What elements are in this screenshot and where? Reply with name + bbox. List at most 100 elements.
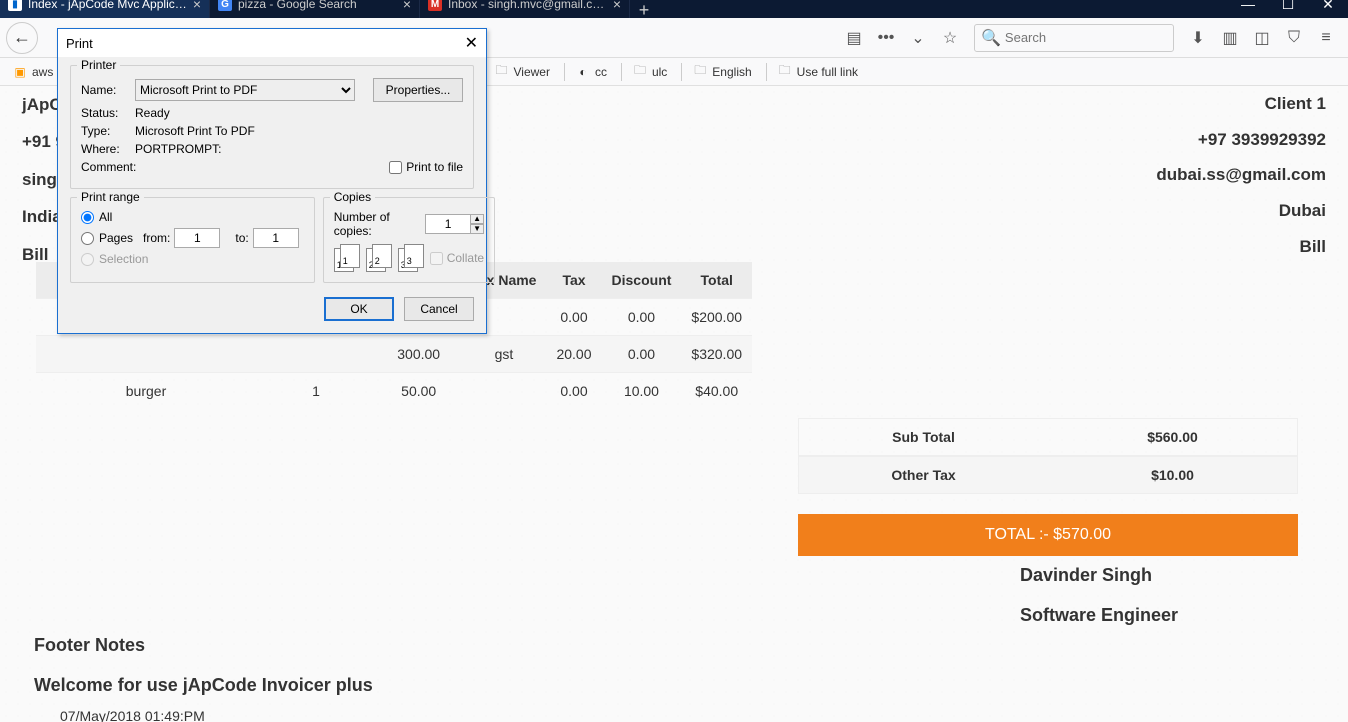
- bookmark-item[interactable]: 🗀ulc: [626, 62, 673, 82]
- from-input[interactable]: [174, 228, 220, 248]
- downloads-icon[interactable]: ⬇: [1184, 24, 1212, 52]
- col-tax: Tax: [546, 262, 601, 299]
- browser-tab-bar: ▮ Index - jApCode Mvc Applicati… × G piz…: [0, 0, 1348, 18]
- dialog-title: Print: [66, 36, 93, 51]
- library-icon[interactable]: ▥: [1216, 24, 1244, 52]
- num-copies-label: Number of copies:: [334, 210, 425, 238]
- client-email: dubai.ss@gmail.com: [1156, 157, 1326, 193]
- folder-icon: 🗀: [493, 64, 509, 80]
- printer-fieldset: Printer Name: Microsoft Print to PDF Pro…: [70, 65, 474, 189]
- radio-pages[interactable]: Pages: [81, 231, 133, 245]
- close-icon[interactable]: ×: [613, 0, 621, 12]
- grand-total-bar: TOTAL :- $570.00: [798, 514, 1298, 556]
- folder-icon: 🗀: [692, 64, 708, 80]
- new-tab-button[interactable]: +: [630, 0, 658, 21]
- legend: Print range: [77, 190, 144, 204]
- signer-name: Davinder Singh: [1020, 556, 1178, 596]
- bookmark-item[interactable]: ◐cc: [569, 62, 613, 82]
- close-icon[interactable]: ×: [403, 0, 411, 12]
- tab-favicon: G: [218, 0, 232, 11]
- type-label: Type:: [81, 124, 135, 138]
- col-discount: Discount: [602, 262, 682, 299]
- search-input[interactable]: [1005, 30, 1181, 45]
- bill-label: Bill: [1156, 229, 1326, 265]
- tab-favicon: ▮: [8, 0, 22, 11]
- sub-total-value: $560.00: [1048, 419, 1297, 455]
- comment-label: Comment:: [81, 160, 135, 174]
- sidebar-icon[interactable]: ◫: [1248, 24, 1276, 52]
- footer-heading: Footer Notes: [34, 626, 373, 666]
- tab-label: Inbox - singh.mvc@gmail.com: [448, 0, 607, 11]
- folder-icon: 🗀: [777, 64, 793, 80]
- collate-checkbox[interactable]: Collate: [430, 251, 484, 265]
- collate-icon: 11: [334, 244, 360, 272]
- signer-block: Davinder Singh Software Engineer: [1020, 556, 1178, 635]
- spin-up-icon[interactable]: ▲: [470, 214, 484, 224]
- print-dialog: Print ✕ Printer Name: Microsoft Print to…: [57, 28, 487, 334]
- signer-title: Software Engineer: [1020, 596, 1178, 636]
- spin-down-icon[interactable]: ▼: [470, 224, 484, 234]
- col-total: Total: [681, 262, 752, 299]
- pocket-icon[interactable]: ⌄: [904, 24, 932, 52]
- browser-tab[interactable]: G pizza - Google Search ×: [210, 0, 420, 18]
- legend: Printer: [77, 58, 120, 72]
- properties-button[interactable]: Properties...: [373, 78, 463, 102]
- cc-icon: ◐: [575, 64, 591, 80]
- search-icon: 🔍: [981, 28, 1001, 48]
- copies-fieldset: Copies Number of copies: ▲▼ 11 22 33 Col…: [323, 197, 495, 283]
- browser-tab[interactable]: M Inbox - singh.mvc@gmail.com ×: [420, 0, 630, 18]
- client-name: Client 1: [1156, 86, 1326, 122]
- copies-input[interactable]: [425, 214, 471, 234]
- aws-icon: ▣: [12, 64, 28, 80]
- client-phone: +97 3939929392: [1156, 122, 1326, 158]
- close-icon[interactable]: ×: [193, 0, 201, 12]
- bookmark-item[interactable]: ▣aws: [6, 62, 59, 82]
- search-box[interactable]: 🔍: [974, 24, 1174, 52]
- collate-icon: 22: [366, 244, 392, 272]
- printer-select[interactable]: Microsoft Print to PDF: [135, 79, 355, 101]
- close-icon[interactable]: ✕: [465, 33, 478, 53]
- bookmark-item[interactable]: 🗀Use full link: [771, 62, 864, 82]
- cancel-button[interactable]: Cancel: [404, 297, 474, 321]
- radio-all[interactable]: All: [81, 210, 304, 224]
- tab-label: pizza - Google Search: [238, 0, 397, 11]
- close-window-button[interactable]: ✕: [1308, 0, 1348, 18]
- summary-row: Sub Total $560.00: [798, 418, 1298, 456]
- status-value: Ready: [135, 106, 170, 120]
- back-button[interactable]: ←: [6, 22, 38, 54]
- browser-tab[interactable]: ▮ Index - jApCode Mvc Applicati… ×: [0, 0, 210, 18]
- to-input[interactable]: [253, 228, 299, 248]
- status-label: Status:: [81, 106, 135, 120]
- collate-icon: 33: [398, 244, 424, 272]
- other-tax-value: $10.00: [1048, 457, 1297, 493]
- where-value: PORTPROMPT:: [135, 142, 221, 156]
- more-icon[interactable]: •••: [872, 24, 900, 52]
- client-block: Client 1 +97 3939929392 dubai.ss@gmail.c…: [1156, 86, 1326, 264]
- table-row: 300.00gst20.000.00$320.00: [36, 336, 752, 373]
- tab-favicon: M: [428, 0, 442, 11]
- footer-text: Welcome for use jApCode Invoicer plus: [34, 666, 373, 706]
- tab-label: Index - jApCode Mvc Applicati…: [28, 0, 187, 11]
- shield-icon[interactable]: ⛉: [1280, 24, 1308, 52]
- to-label: to:: [235, 231, 248, 245]
- dialog-title-bar[interactable]: Print ✕: [58, 29, 486, 57]
- from-label: from:: [143, 231, 170, 245]
- name-label: Name:: [81, 83, 135, 97]
- minimize-button[interactable]: —: [1228, 0, 1268, 18]
- table-row: burger150.000.0010.00$40.00: [36, 373, 752, 410]
- star-icon[interactable]: ☆: [936, 24, 964, 52]
- type-value: Microsoft Print To PDF: [135, 124, 255, 138]
- radio-selection: Selection: [81, 252, 304, 266]
- ok-button[interactable]: OK: [324, 297, 394, 321]
- maximize-button[interactable]: ☐: [1268, 0, 1308, 18]
- bookmark-item[interactable]: 🗀English: [686, 62, 757, 82]
- reader-icon[interactable]: ▤: [840, 24, 868, 52]
- sub-total-label: Sub Total: [799, 419, 1048, 455]
- menu-icon[interactable]: ≡: [1312, 24, 1340, 52]
- bookmark-item[interactable]: 🗀Viewer: [487, 62, 555, 82]
- print-to-file-checkbox[interactable]: Print to file: [389, 160, 463, 174]
- summary-row: Other Tax $10.00: [798, 456, 1298, 494]
- footer-block: Footer Notes Welcome for use jApCode Inv…: [34, 626, 373, 705]
- other-tax-label: Other Tax: [799, 457, 1048, 493]
- folder-icon: 🗀: [632, 64, 648, 80]
